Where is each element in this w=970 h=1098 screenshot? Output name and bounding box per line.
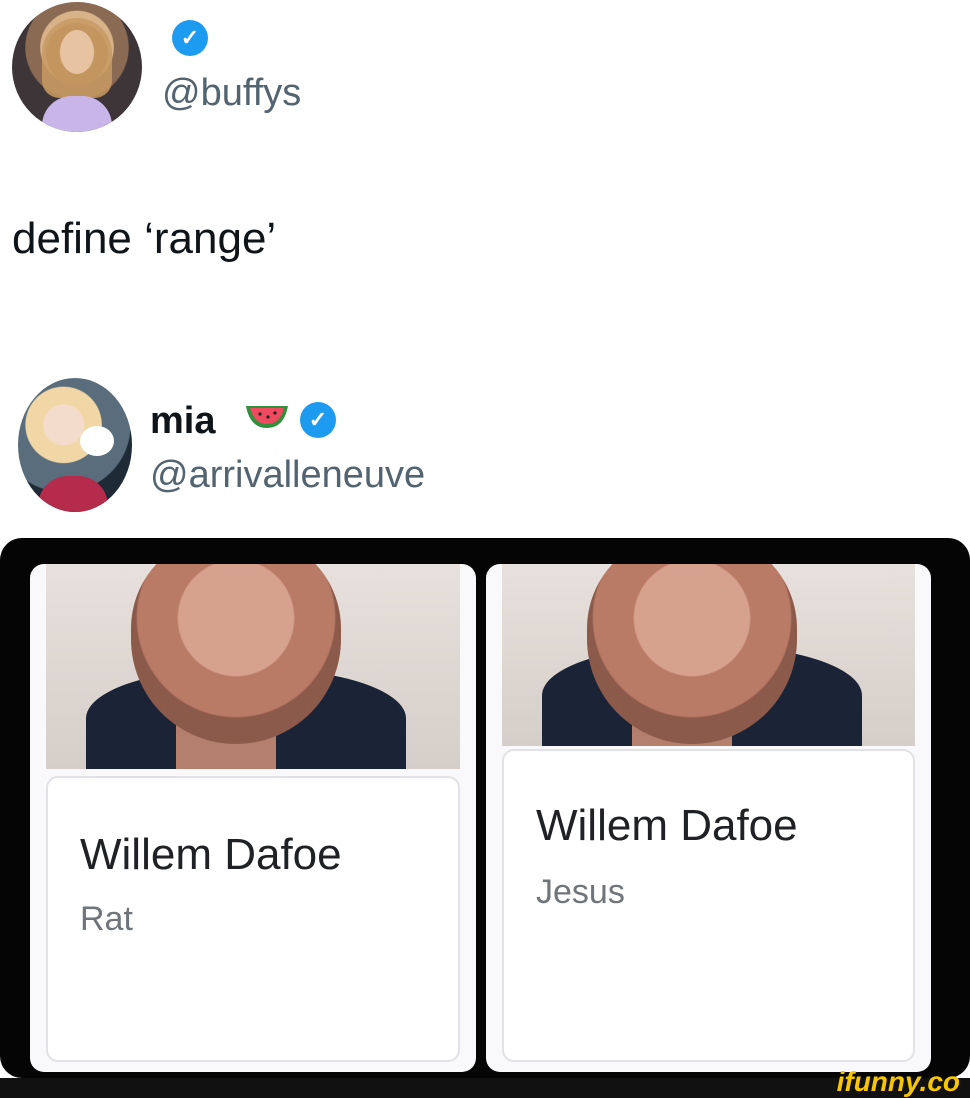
tweet1-text: define ‘range’ [12, 214, 277, 263]
tweet2-handle[interactable]: @arrivalleneuve [150, 454, 425, 497]
tweet1-handle[interactable]: @buffys [162, 72, 301, 115]
actor-photo [502, 564, 915, 746]
avatar-dress [42, 96, 112, 132]
watermelon-icon [246, 406, 288, 428]
ifunny-watermark[interactable]: ifunny.co [837, 1066, 960, 1098]
actor-name: Willem Dafoe [536, 801, 798, 850]
actor-info-box: Willem Dafoe Rat [46, 776, 460, 1062]
tweet2-name[interactable]: mia [150, 400, 215, 443]
verified-badge-icon: ✓ [300, 402, 336, 438]
watermark-bar [0, 1078, 970, 1098]
actor-role: Rat [80, 900, 133, 938]
actor-name: Willem Dafoe [80, 830, 342, 879]
actor-photo [46, 564, 460, 769]
actor-card[interactable]: Willem Dafoe Rat [30, 564, 476, 1072]
avatar-puppy [80, 426, 114, 456]
buffys-avatar[interactable] [12, 2, 142, 132]
actor-role: Jesus [536, 873, 625, 911]
actor-info-box: Willem Dafoe Jesus [502, 749, 915, 1062]
arrivalleneuve-avatar[interactable] [18, 378, 132, 512]
avatar-shirt [38, 476, 108, 512]
verified-badge-icon: ✓ [172, 20, 208, 56]
card-divider [477, 566, 485, 1072]
avatar-face [60, 30, 94, 74]
actor-card[interactable]: Willem Dafoe Jesus [486, 564, 931, 1072]
